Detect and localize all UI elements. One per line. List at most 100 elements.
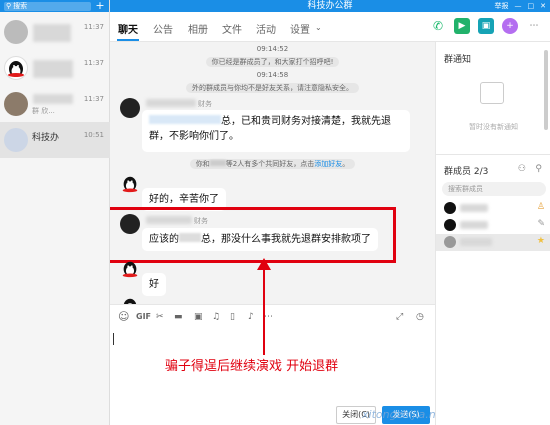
timestamp: 09:14:58 <box>256 71 289 79</box>
redacted-name <box>460 204 488 212</box>
redacted-name <box>33 94 73 104</box>
members-title: 群成员 2/3 <box>444 167 489 177</box>
conversation-item-active[interactable]: 科技办 10:51 <box>0 122 110 158</box>
highlight-box <box>110 207 396 263</box>
message-text: 群，不影响你们了。 <box>149 131 239 142</box>
minimize-button[interactable]: — <box>515 0 522 12</box>
music-icon[interactable]: ♫ <box>212 312 220 322</box>
conversation-name: 科技办 <box>32 133 60 143</box>
avatar <box>4 92 28 116</box>
search-input[interactable]: ⚲ 搜索 <box>4 1 91 11</box>
system-message: 你和 等2人有多个共同好友，点击添加好友。 <box>110 159 435 169</box>
qq-penguin-avatar[interactable] <box>120 174 140 194</box>
message-text: 总，已和贵司财务对接清楚，我就先退 <box>221 116 391 127</box>
add-button[interactable]: + <box>95 0 105 11</box>
conversation-item[interactable]: 11:37 <box>0 14 110 50</box>
member-item-selected[interactable]: ★ <box>436 234 550 251</box>
role-icon: ✎ <box>537 219 545 229</box>
member-item[interactable]: ✎ <box>436 217 550 234</box>
more-icon[interactable]: ⋯ <box>526 18 542 34</box>
text-caret <box>113 333 114 345</box>
tab-underline <box>117 39 139 41</box>
arrow-line <box>263 265 265 355</box>
conversation-time: 11:37 <box>83 95 104 103</box>
member-search-input[interactable]: 搜索群成员 <box>442 182 546 196</box>
tab-files[interactable]: 文件 <box>222 21 242 36</box>
chevron-down-icon[interactable]: ⌄ <box>315 23 322 32</box>
emoji-icon[interactable]: ☺ <box>118 310 129 323</box>
avatar <box>4 20 28 44</box>
qq-penguin-avatar[interactable] <box>120 259 140 279</box>
expand-icon[interactable]: ⤢ <box>396 312 403 322</box>
folder-icon[interactable]: ▬ <box>174 312 183 322</box>
conversation-time: 11:37 <box>83 59 104 67</box>
star-icon: ★ <box>536 236 545 246</box>
tab-settings[interactable]: 设置 <box>290 21 310 36</box>
history-icon[interactable]: ◷ <box>416 312 424 322</box>
add-member-icon[interactable]: ⚇ <box>518 164 526 174</box>
divider <box>436 154 550 155</box>
conversation-item[interactable]: 11:37 <box>0 50 110 86</box>
message-bubble[interactable]: 总，已和贵司财务对接清楚，我就先退 群，不影响你们了。 <box>142 110 410 152</box>
qq-penguin-avatar <box>120 296 140 304</box>
search-icon[interactable]: ⚲ <box>535 164 542 174</box>
system-message-text: 。 <box>342 160 350 168</box>
close-button[interactable]: ✕ <box>540 0 546 12</box>
annotation-caption: 骗子得逞后继续演戏 开始退群 <box>165 359 339 374</box>
scrollbar[interactable] <box>544 50 548 130</box>
redacted-name <box>209 160 226 166</box>
conversation-preview: 群 欣... <box>32 107 55 115</box>
window-actions: 举报 — □ ✕ <box>495 0 547 12</box>
gif-icon[interactable]: GIF <box>136 312 151 321</box>
chat-area: 09:14:52 你已经是群成员了，和大家打个招呼吧! 09:14:58 外的群… <box>110 42 435 304</box>
bell-icon[interactable]: ♪ <box>248 312 254 322</box>
screen-share-icon[interactable]: ▣ <box>478 18 494 34</box>
system-message: 外的群成员与你均不是好友关系，请注意隐私安全。 <box>110 83 435 93</box>
add-app-icon[interactable]: + <box>502 18 518 34</box>
notice-title: 群通知 <box>444 55 472 65</box>
system-message: 你已经是群成员了，和大家打个招呼吧! <box>110 57 435 67</box>
conversation-time: 10:51 <box>83 131 104 139</box>
redacted-name <box>149 115 221 124</box>
more-icon[interactable]: ⋯ <box>264 312 273 322</box>
redacted-name <box>146 99 196 107</box>
conversation-time: 11:37 <box>83 23 104 31</box>
message-input[interactable]: 骗子得逞后继续演戏 开始退群 关闭(C) 发送(S) xitongzhijia.… <box>110 330 447 425</box>
image-icon[interactable]: ▣ <box>194 312 203 322</box>
avatar <box>444 236 456 248</box>
qq-penguin-avatar <box>444 219 456 231</box>
qq-penguin-avatar <box>4 56 28 80</box>
system-message-text: 等2人有多个共同好友，点击 <box>225 160 315 168</box>
tab-album[interactable]: 相册 <box>188 21 208 36</box>
message-text: 好的，辛苦你了 <box>149 194 219 205</box>
redacted-name <box>33 60 73 78</box>
conversation-item[interactable]: 群 欣... 11:37 <box>0 86 110 122</box>
add-friend-link[interactable]: 添加好友 <box>314 160 342 168</box>
scissors-icon[interactable]: ✂ <box>156 312 164 322</box>
window-title: 科技办公群 <box>307 1 353 11</box>
group-avatar <box>4 128 28 152</box>
toolbar-icons: ✆ ▶ ▣ + ⋯ <box>430 18 542 34</box>
tab-bar: 聊天 公告 相册 文件 活动 设置 ⌄ ✆ ▶ ▣ + ⋯ <box>110 12 550 42</box>
empty-notice-icon <box>480 82 504 104</box>
input-toolbar: ☺ GIF ✂ ▬ ▣ ♫ ▯ ♪ ⋯ ⤢ ◷ <box>110 304 435 330</box>
maximize-button[interactable]: □ <box>528 0 535 12</box>
right-panel: 群通知 暂时没有新通知 群成员 2/3 ⚇ ⚲ 搜索群成员 ♙ ✎ ★ <box>435 42 550 425</box>
message-bubble[interactable]: 好 <box>142 273 166 296</box>
left-header: ⚲ 搜索 + <box>0 0 109 12</box>
search-icon: ⚲ <box>6 2 12 10</box>
phone-icon[interactable]: ✆ <box>430 18 446 34</box>
sender-role: 财务 <box>198 100 212 108</box>
report-button[interactable]: 举报 <box>495 0 509 12</box>
file-icon[interactable]: ▯ <box>230 312 235 322</box>
redacted-name <box>460 221 488 229</box>
search-label: 搜索 <box>13 2 28 10</box>
title-bar: 科技办公群 举报 — □ ✕ <box>110 0 550 12</box>
member-item[interactable]: ♙ <box>436 200 550 217</box>
owner-badge-icon: ♙ <box>536 202 545 212</box>
tab-announcement[interactable]: 公告 <box>153 21 173 36</box>
tab-chat[interactable]: 聊天 <box>118 21 138 36</box>
avatar[interactable] <box>120 98 140 118</box>
tab-activities[interactable]: 活动 <box>256 21 276 36</box>
video-icon[interactable]: ▶ <box>454 18 470 34</box>
